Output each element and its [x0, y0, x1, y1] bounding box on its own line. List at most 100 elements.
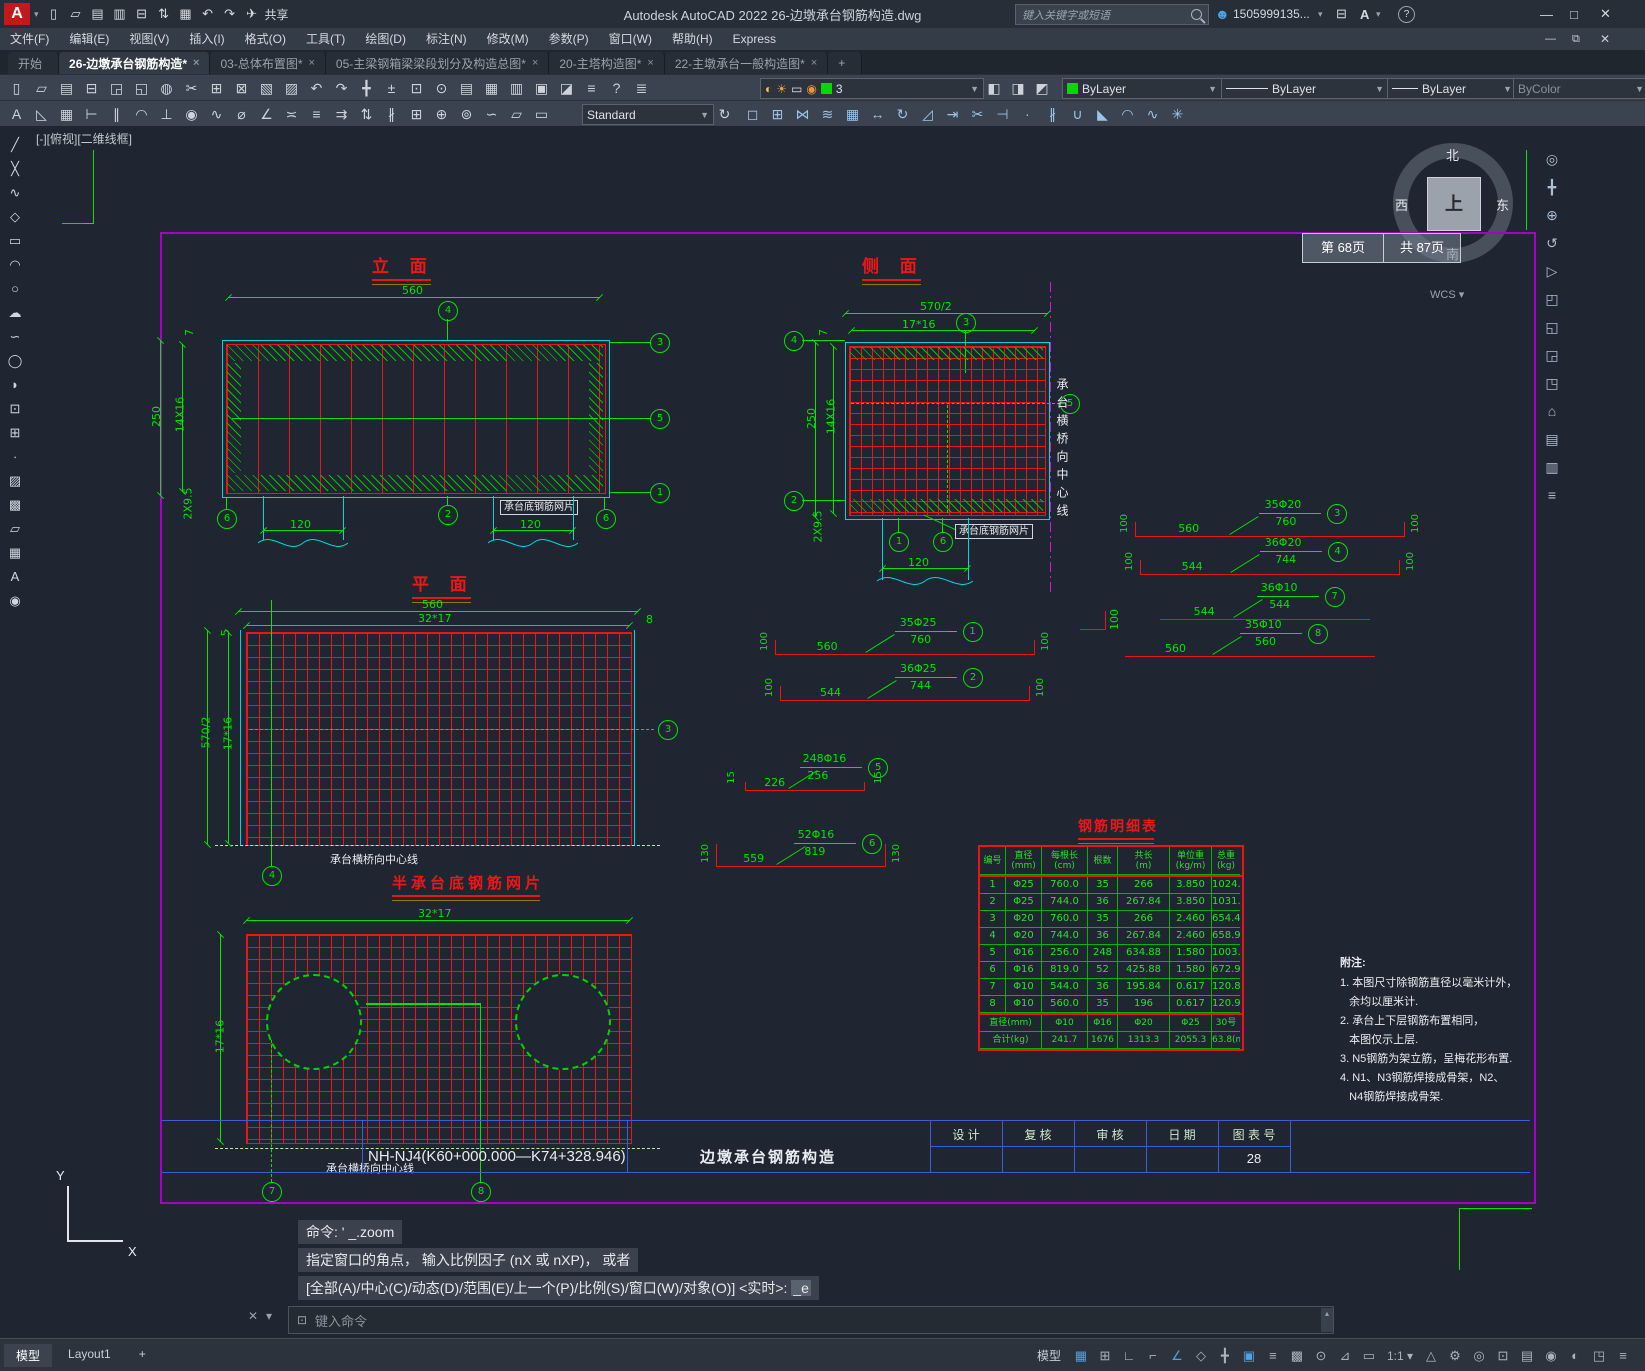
app-menu-caret-icon[interactable]: ▾	[34, 9, 39, 20]
dim-inspect-icon[interactable]: ⊚	[454, 102, 479, 126]
viewport-controls[interactable]: [-][俯视][二维线框]	[36, 130, 132, 147]
tab-22[interactable]: 22-主墩承台一般构造图* ×	[665, 52, 828, 74]
steering-wheel-icon[interactable]: ◎	[1538, 146, 1566, 174]
dim-style-caret-icon[interactable]: ▼	[700, 110, 709, 120]
lock-ui-icon[interactable]: ◉	[1539, 1348, 1563, 1364]
layer-combo[interactable]: ◐ ☀ ▭ ◉ 3 ▼	[760, 78, 984, 99]
zoom-window-icon[interactable]: ⊡	[404, 76, 429, 100]
mtext-icon[interactable]: A	[0, 566, 30, 590]
doc-close-button[interactable]: ✕	[1600, 32, 1610, 46]
dim-radius-icon[interactable]: ◉	[179, 102, 204, 126]
dim-ordinate-icon[interactable]: ⊥	[154, 102, 179, 126]
list-icon[interactable]: ≡	[1538, 482, 1566, 510]
zoom-previous-icon[interactable]: ⊙	[429, 76, 454, 100]
tab-03[interactable]: 03-总体布置图* ×	[210, 52, 325, 74]
menu-item[interactable]: 工具(T)	[296, 28, 355, 50]
model-space-label[interactable]: 模型	[1037, 1347, 1061, 1364]
offset-icon[interactable]: ≋	[815, 102, 840, 126]
paste-icon[interactable]: ⊠	[229, 76, 254, 100]
dim-space-icon[interactable]: ⇅	[354, 102, 379, 126]
explode-icon[interactable]: ✳	[1165, 102, 1190, 126]
command-wrench-icon[interactable]: ⊡	[289, 1313, 315, 1327]
undo-icon[interactable]: ↶	[304, 76, 329, 100]
layers-panel-icon[interactable]: ▤	[1538, 426, 1566, 454]
layer-prev-icon[interactable]: ◨	[1006, 76, 1030, 100]
stretch-icon[interactable]: ⇥	[940, 102, 965, 126]
a-caret-icon[interactable]: ▾	[1376, 9, 1381, 20]
layer-bulb-icon[interactable]: ◐	[765, 82, 772, 96]
open-folder-icon[interactable]: ▱	[65, 6, 87, 22]
home-icon[interactable]: ⌂	[1538, 398, 1566, 426]
dim-break-icon[interactable]: ∦	[379, 102, 404, 126]
copy-icon[interactable]: ⊞	[765, 102, 790, 126]
chamfer-icon[interactable]: ◣	[1090, 102, 1115, 126]
dim-linear-icon[interactable]: ⊢	[79, 102, 104, 126]
help-icon[interactable]: ?	[1398, 6, 1415, 23]
save-icon[interactable]: ▤	[87, 6, 109, 22]
menu-item[interactable]: 格式(O)	[235, 28, 296, 50]
search-icon[interactable]	[1191, 9, 1202, 20]
dim-baseline-icon[interactable]: ≡	[304, 102, 329, 126]
grid-icon[interactable]: ▦	[1069, 1348, 1093, 1364]
table-style-icon[interactable]: ▦	[54, 102, 79, 126]
layer-sun-icon[interactable]: ☀	[776, 82, 787, 96]
pan-icon[interactable]: ╋	[354, 76, 379, 100]
tolerance-icon[interactable]: ⊞	[404, 102, 429, 126]
help-icon[interactable]: ?	[604, 76, 629, 100]
dim-aligned-icon[interactable]: ∥	[104, 102, 129, 126]
command-input-bar[interactable]: ⊡ 键入命令 ▴	[288, 1306, 1334, 1334]
iso-icon[interactable]: ◇	[1189, 1348, 1213, 1364]
menu-item[interactable]: 文件(F)	[0, 28, 59, 50]
table-icon[interactable]: ▦	[0, 542, 30, 566]
tab-close-icon[interactable]: ×	[308, 57, 314, 69]
showmotion-icon[interactable]: ▷	[1538, 258, 1566, 286]
dim-jogged-icon[interactable]: ∿	[204, 102, 229, 126]
color-caret-icon[interactable]: ▼	[1208, 84, 1217, 94]
viewcube-west[interactable]: 西	[1395, 195, 1408, 214]
menu-item[interactable]: 绘图(D)	[355, 28, 416, 50]
cart-icon[interactable]: ⊟	[1336, 6, 1347, 22]
center-mark-icon[interactable]: ⊕	[429, 102, 454, 126]
menu-item[interactable]: 帮助(H)	[662, 28, 723, 50]
redo-icon[interactable]: ↷	[219, 6, 241, 22]
tool-palettes-icon[interactable]: ▥	[504, 76, 529, 100]
dim-arc-icon[interactable]: ◠	[129, 102, 154, 126]
share-button[interactable]: 共享	[265, 6, 289, 23]
doc-restore-button[interactable]: ⧉	[1572, 33, 1580, 46]
layer-iso-icon[interactable]: ◩	[1030, 76, 1054, 100]
layer-props-icon[interactable]: ≣	[629, 76, 654, 100]
array-icon[interactable]: ▦	[840, 102, 865, 126]
dim-edit-icon[interactable]: ▱	[504, 102, 529, 126]
tab-close-icon[interactable]: ×	[647, 57, 653, 69]
lineweight-caret-icon[interactable]: ▼	[1503, 84, 1512, 94]
blend-icon[interactable]: ∿	[1140, 102, 1165, 126]
view-right-icon[interactable]: ◳	[1538, 370, 1566, 398]
menu-item[interactable]: 视图(V)	[119, 28, 179, 50]
new-layout-tab[interactable]: +	[127, 1344, 158, 1367]
menu-item[interactable]: 编辑(E)	[59, 28, 119, 50]
save-as-icon[interactable]: ▥	[109, 6, 131, 22]
isolate-icon[interactable]: ◐	[1563, 1348, 1587, 1364]
insert-block-icon[interactable]: ⊡	[0, 398, 30, 422]
layer-frame-icon[interactable]: ▭	[791, 82, 802, 96]
spline-icon[interactable]: ∽	[0, 326, 30, 350]
layer-combo-caret-icon[interactable]: ▼	[970, 84, 979, 94]
share-icon[interactable]: ✈	[241, 6, 263, 22]
pan-icon[interactable]: ╋	[1538, 174, 1566, 202]
transparency-icon[interactable]: ▩	[1285, 1348, 1309, 1364]
units-icon[interactable]: ⊡	[1491, 1348, 1515, 1364]
search-box[interactable]: 键入关键字或短语	[1015, 4, 1209, 25]
polygon-icon[interactable]: ◇	[0, 206, 30, 230]
menu-item[interactable]: 插入(I)	[179, 28, 234, 50]
cycling-icon[interactable]: ⊙	[1309, 1348, 1333, 1364]
maximize-button[interactable]: □	[1570, 7, 1578, 22]
close-button[interactable]: ✕	[1600, 6, 1611, 22]
infer-icon[interactable]: ∟	[1117, 1348, 1141, 1364]
color-combo[interactable]: ByLayer ▼	[1062, 78, 1222, 99]
command-close-icon[interactable]: ✕	[248, 1309, 258, 1323]
annotation-scale[interactable]: 1:1 ▾	[1387, 1349, 1413, 1363]
tab-26[interactable]: 26-边墩承台钢筋构造* ×	[59, 52, 210, 74]
dim-style-combo[interactable]: Standard ▼	[582, 104, 714, 125]
dim-jog-line-icon[interactable]: ∽	[479, 102, 504, 126]
menu-item[interactable]: 标注(N)	[416, 28, 477, 50]
